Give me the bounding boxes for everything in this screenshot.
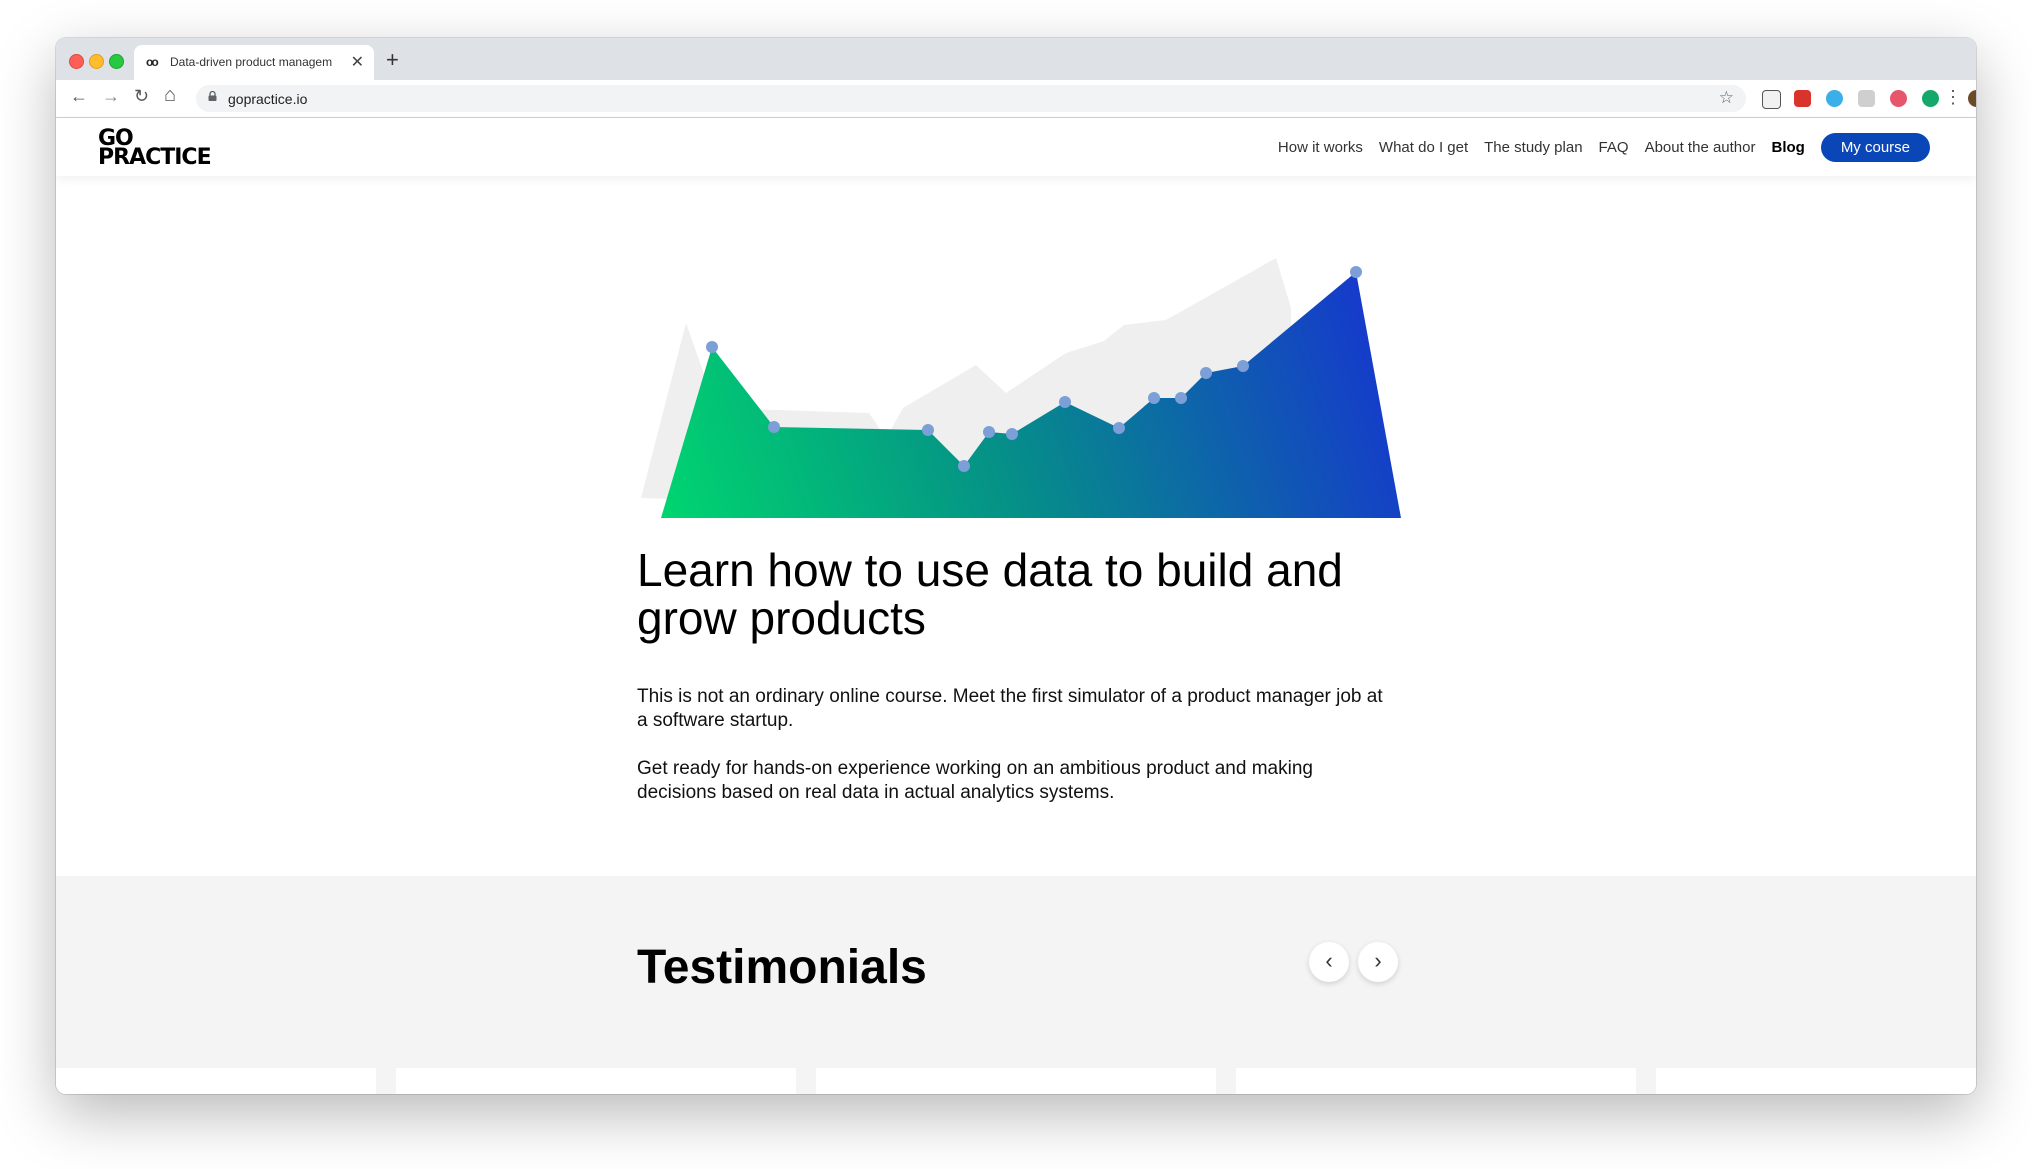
nav-faq[interactable]: FAQ	[1599, 139, 1629, 156]
carousel-next-button[interactable]: ›	[1358, 942, 1398, 982]
hero-title: Learn how to use data to build and grow …	[637, 544, 1343, 644]
minimize-window-button[interactable]	[89, 54, 104, 69]
chart-point	[1148, 392, 1160, 404]
chart-point	[1059, 396, 1071, 408]
camera-icon[interactable]	[1858, 90, 1875, 107]
testimonial-card[interactable]	[1236, 1068, 1636, 1094]
reload-icon[interactable]: ↻	[134, 86, 149, 107]
favicon-icon: oo	[146, 55, 159, 69]
grammar-icon[interactable]	[1826, 90, 1843, 107]
hero-description-1: This is not an ordinary online course. M…	[637, 686, 1383, 731]
home-icon[interactable]: ⌂	[164, 84, 176, 107]
browser-tab[interactable]: oo Data-driven product managem ✕	[134, 45, 374, 80]
browser-menu-icon[interactable]: ⋮	[1944, 88, 1962, 106]
logo-practice: PRACTICE	[98, 145, 212, 170]
chart-point	[1175, 392, 1187, 404]
nav-about-author[interactable]: About the author	[1645, 139, 1756, 156]
browser-toolbar: ← → ↻ ⌂ gopractice.io ☆ ⋮	[56, 80, 1976, 118]
nav-how-it-works[interactable]: How it works	[1278, 139, 1363, 156]
testimonial-card[interactable]	[56, 1068, 376, 1094]
hero-chart-illustration	[641, 258, 1401, 518]
testimonial-card[interactable]	[1656, 1068, 1976, 1094]
pocket-icon[interactable]	[1762, 90, 1781, 109]
nav-study-plan[interactable]: The study plan	[1484, 139, 1582, 156]
grammarly-icon[interactable]	[1922, 90, 1939, 107]
chart-point	[1113, 422, 1125, 434]
office-icon[interactable]	[1794, 90, 1811, 107]
profile-avatar[interactable]	[1968, 90, 1976, 107]
site-header: GO PRACTICE How it works What do I get T…	[56, 118, 1976, 176]
bookmark-star-icon[interactable]: ☆	[1719, 88, 1734, 108]
lastpass-icon[interactable]	[1890, 90, 1907, 107]
chart-point	[768, 421, 780, 433]
nav-blog[interactable]: Blog	[1771, 139, 1804, 156]
testimonial-card[interactable]	[816, 1068, 1216, 1094]
chart-point	[958, 460, 970, 472]
chart-point	[1200, 367, 1212, 379]
main-nav: How it works What do I get The study pla…	[1262, 132, 1930, 162]
forward-icon[interactable]: →	[102, 86, 120, 107]
web-page: GO PRACTICE How it works What do I get T…	[56, 118, 1976, 1094]
tab-strip: oo Data-driven product managem ✕ +	[56, 38, 1976, 80]
chart-point	[706, 341, 718, 353]
tab-title: Data-driven product managem	[170, 55, 333, 69]
chart-point	[1237, 360, 1249, 372]
browser-window: oo Data-driven product managem ✕ + ← → ↻…	[56, 38, 1976, 1094]
tab-close-icon[interactable]: ✕	[351, 52, 364, 72]
testimonials-section: Testimonials ‹ ›	[56, 876, 1976, 1094]
address-bar[interactable]: gopractice.io ☆	[196, 85, 1746, 112]
chart-point	[983, 426, 995, 438]
lock-icon	[208, 91, 217, 101]
chart-point	[922, 424, 934, 436]
chart-point	[1006, 428, 1018, 440]
hero-description-2: Get ready for hands-on experience workin…	[637, 758, 1313, 803]
back-icon[interactable]: ←	[70, 86, 88, 107]
close-window-button[interactable]	[69, 54, 84, 69]
chart-point	[1350, 266, 1362, 278]
maximize-window-button[interactable]	[109, 54, 124, 69]
nav-what-do-i-get[interactable]: What do I get	[1379, 139, 1468, 156]
my-course-button[interactable]: My course	[1820, 132, 1930, 162]
site-logo[interactable]: GO PRACTICE	[98, 128, 212, 170]
testimonials-title: Testimonials	[637, 941, 927, 994]
new-tab-icon[interactable]: +	[386, 47, 399, 73]
testimonial-card[interactable]	[396, 1068, 796, 1094]
carousel-prev-button[interactable]: ‹	[1309, 942, 1349, 982]
url-text: gopractice.io	[228, 91, 308, 107]
